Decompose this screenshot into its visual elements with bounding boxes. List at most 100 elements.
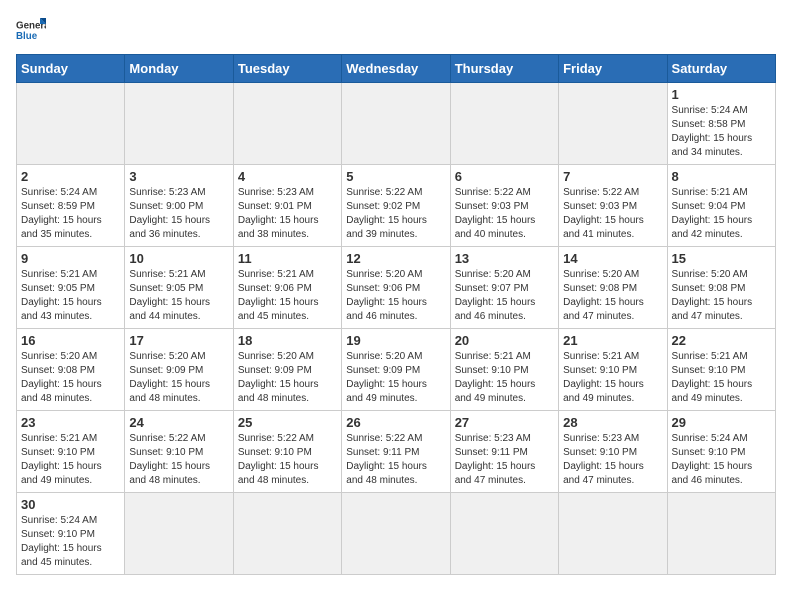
calendar-day-cell: 26Sunrise: 5:22 AM Sunset: 9:11 PM Dayli… [342, 411, 450, 493]
calendar-day-cell: 28 Sunrise: 5:23 AM Sunset: 9:10 PM Dayli… [559, 411, 667, 493]
calendar: SundayMondayTuesdayWednesdayThursdayFrid… [16, 54, 776, 575]
day-info: Sunrise: 5:20 AM Sunset: 9:08 PM Dayligh… [21, 350, 120, 406]
day-number: 21 [563, 333, 662, 348]
day-info: Sunrise: 5:21 AM Sunset: 9:05 PM Dayligh… [21, 268, 120, 324]
calendar-day-cell: 3Sunrise: 5:23 AM Sunset: 9:00 PM Daylig… [125, 165, 233, 247]
day-number: 5 [346, 169, 445, 184]
weekday-header-sunday: Sunday [17, 55, 125, 83]
day-number: 17 [129, 333, 228, 348]
day-info: Sunrise: 5:20 AM Sunset: 9:08 PM Dayligh… [563, 268, 662, 324]
calendar-day-cell [559, 493, 667, 575]
calendar-day-cell [342, 493, 450, 575]
calendar-day-cell: 11 Sunrise: 5:21 AM Sunset: 9:06 PM Dayli… [233, 247, 341, 329]
day-number: 4 [238, 169, 337, 184]
calendar-day-cell: 27Sunrise: 5:23 AM Sunset: 9:11 PM Dayli… [450, 411, 558, 493]
calendar-day-cell [125, 83, 233, 165]
day-info: Sunrise: 5:22 AM Sunset: 9:03 PM Dayligh… [455, 186, 554, 242]
svg-text:Blue: Blue [16, 31, 38, 42]
day-info: Sunrise: 5:24 AM Sunset: 9:10 PM Dayligh… [672, 432, 771, 488]
logo-icon: General Blue [16, 16, 46, 44]
day-number: 2 [21, 169, 120, 184]
calendar-day-cell: 2Sunrise: 5:24 AM Sunset: 8:59 PM Daylig… [17, 165, 125, 247]
day-info: Sunrise: 5:23 AM Sunset: 9:10 PM Dayligh… [563, 432, 662, 488]
day-number: 19 [346, 333, 445, 348]
calendar-day-cell [233, 493, 341, 575]
day-info: Sunrise: 5:21 AM Sunset: 9:10 PM Dayligh… [563, 350, 662, 406]
calendar-week-row: 1 Sunrise: 5:24 AM Sunset: 8:58 PM Daylig… [17, 83, 776, 165]
day-info: Sunrise: 5:20 AM Sunset: 9:09 PM Dayligh… [238, 350, 337, 406]
calendar-day-cell [233, 83, 341, 165]
day-number: 6 [455, 169, 554, 184]
calendar-week-row: 30 Sunrise: 5:24 AM Sunset: 9:10 PM Dayli… [17, 493, 776, 575]
weekday-header-thursday: Thursday [450, 55, 558, 83]
day-info: Sunrise: 5:21 AM Sunset: 9:04 PM Dayligh… [672, 186, 771, 242]
day-number: 10 [129, 251, 228, 266]
calendar-week-row: 9 Sunrise: 5:21 AM Sunset: 9:05 PM Daylig… [17, 247, 776, 329]
day-number: 13 [455, 251, 554, 266]
calendar-day-cell [450, 83, 558, 165]
day-info: Sunrise: 5:23 AM Sunset: 9:01 PM Dayligh… [238, 186, 337, 242]
day-number: 15 [672, 251, 771, 266]
calendar-day-cell [667, 493, 775, 575]
day-number: 11 [238, 251, 337, 266]
logo: General Blue [16, 16, 52, 44]
weekday-header-tuesday: Tuesday [233, 55, 341, 83]
weekday-header-friday: Friday [559, 55, 667, 83]
day-number: 20 [455, 333, 554, 348]
day-number: 29 [672, 415, 771, 430]
calendar-day-cell: 6 Sunrise: 5:22 AM Sunset: 9:03 PM Daylig… [450, 165, 558, 247]
day-info: Sunrise: 5:21 AM Sunset: 9:10 PM Dayligh… [21, 432, 120, 488]
calendar-day-cell: 5 Sunrise: 5:22 AM Sunset: 9:02 PM Daylig… [342, 165, 450, 247]
day-number: 25 [238, 415, 337, 430]
calendar-day-cell: 12 Sunrise: 5:20 AM Sunset: 9:06 PM Dayli… [342, 247, 450, 329]
calendar-day-cell [17, 83, 125, 165]
day-number: 1 [672, 87, 771, 102]
calendar-week-row: 23 Sunrise: 5:21 AM Sunset: 9:10 PM Dayli… [17, 411, 776, 493]
weekday-header-row: SundayMondayTuesdayWednesdayThursdayFrid… [17, 55, 776, 83]
calendar-day-cell: 22Sunrise: 5:21 AM Sunset: 9:10 PM Dayli… [667, 329, 775, 411]
weekday-header-saturday: Saturday [667, 55, 775, 83]
day-info: Sunrise: 5:22 AM Sunset: 9:10 PM Dayligh… [129, 432, 228, 488]
day-info: Sunrise: 5:22 AM Sunset: 9:02 PM Dayligh… [346, 186, 445, 242]
day-number: 22 [672, 333, 771, 348]
calendar-day-cell: 19 Sunrise: 5:20 AM Sunset: 9:09 PM Dayli… [342, 329, 450, 411]
day-info: Sunrise: 5:20 AM Sunset: 9:07 PM Dayligh… [455, 268, 554, 324]
day-info: Sunrise: 5:20 AM Sunset: 9:09 PM Dayligh… [346, 350, 445, 406]
weekday-header-monday: Monday [125, 55, 233, 83]
calendar-day-cell: 4 Sunrise: 5:23 AM Sunset: 9:01 PM Daylig… [233, 165, 341, 247]
day-info: Sunrise: 5:22 AM Sunset: 9:03 PM Dayligh… [563, 186, 662, 242]
day-info: Sunrise: 5:20 AM Sunset: 9:08 PM Dayligh… [672, 268, 771, 324]
calendar-day-cell: 17 Sunrise: 5:20 AM Sunset: 9:09 PM Dayli… [125, 329, 233, 411]
calendar-day-cell: 25Sunrise: 5:22 AM Sunset: 9:10 PM Dayli… [233, 411, 341, 493]
day-number: 24 [129, 415, 228, 430]
day-number: 3 [129, 169, 228, 184]
day-info: Sunrise: 5:21 AM Sunset: 9:10 PM Dayligh… [455, 350, 554, 406]
day-info: Sunrise: 5:20 AM Sunset: 9:09 PM Dayligh… [129, 350, 228, 406]
calendar-day-cell: 29 Sunrise: 5:24 AM Sunset: 9:10 PM Dayli… [667, 411, 775, 493]
calendar-day-cell: 24 Sunrise: 5:22 AM Sunset: 9:10 PM Dayli… [125, 411, 233, 493]
calendar-day-cell: 9 Sunrise: 5:21 AM Sunset: 9:05 PM Daylig… [17, 247, 125, 329]
day-info: Sunrise: 5:21 AM Sunset: 9:06 PM Dayligh… [238, 268, 337, 324]
header: General Blue [16, 16, 776, 44]
day-number: 27 [455, 415, 554, 430]
calendar-day-cell: 13 Sunrise: 5:20 AM Sunset: 9:07 PM Dayli… [450, 247, 558, 329]
day-info: Sunrise: 5:24 AM Sunset: 8:58 PM Dayligh… [672, 104, 771, 160]
day-info: Sunrise: 5:21 AM Sunset: 9:05 PM Dayligh… [129, 268, 228, 324]
day-info: Sunrise: 5:22 AM Sunset: 9:11 PM Dayligh… [346, 432, 445, 488]
day-number: 30 [21, 497, 120, 512]
calendar-day-cell: 21 Sunrise: 5:21 AM Sunset: 9:10 PM Dayli… [559, 329, 667, 411]
day-number: 23 [21, 415, 120, 430]
day-number: 12 [346, 251, 445, 266]
calendar-day-cell: 7Sunrise: 5:22 AM Sunset: 9:03 PM Daylig… [559, 165, 667, 247]
day-number: 9 [21, 251, 120, 266]
calendar-day-cell [559, 83, 667, 165]
day-info: Sunrise: 5:24 AM Sunset: 9:10 PM Dayligh… [21, 514, 120, 570]
day-number: 28 [563, 415, 662, 430]
calendar-day-cell: 16Sunrise: 5:20 AM Sunset: 9:08 PM Dayli… [17, 329, 125, 411]
calendar-day-cell [342, 83, 450, 165]
calendar-week-row: 16Sunrise: 5:20 AM Sunset: 9:08 PM Dayli… [17, 329, 776, 411]
day-number: 8 [672, 169, 771, 184]
calendar-week-row: 2Sunrise: 5:24 AM Sunset: 8:59 PM Daylig… [17, 165, 776, 247]
day-info: Sunrise: 5:20 AM Sunset: 9:06 PM Dayligh… [346, 268, 445, 324]
calendar-day-cell [450, 493, 558, 575]
